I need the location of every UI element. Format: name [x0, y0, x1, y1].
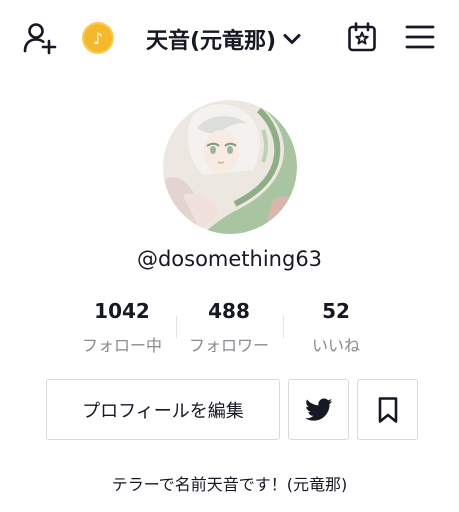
followers-label: フォロワー	[188, 336, 269, 355]
stat-following[interactable]: 1042 フォロー中	[72, 299, 172, 356]
chevron-down-icon	[283, 34, 301, 44]
calendar-button[interactable]	[343, 18, 381, 56]
avatar-image	[163, 100, 297, 234]
coin-button[interactable]: ♪	[81, 21, 115, 55]
stat-divider	[176, 316, 177, 338]
following-count: 1042	[94, 299, 150, 323]
add-friend-icon	[23, 23, 57, 55]
account-name: 天音(元竜那)	[146, 29, 277, 54]
stat-likes[interactable]: 52 いいね	[286, 299, 386, 356]
account-switcher[interactable]: 天音(元竜那)	[146, 22, 303, 56]
menu-icon	[405, 25, 435, 49]
following-label: フォロー中	[81, 336, 162, 355]
username: @dosomething63	[136, 247, 323, 271]
add-friend-button[interactable]	[20, 18, 60, 58]
avatar[interactable]	[163, 100, 297, 234]
calendar-star-icon	[348, 22, 376, 52]
edit-profile-button[interactable]: プロフィールを編集	[46, 379, 280, 440]
bio-text: テラーで名前天音です！(元竜那)	[111, 475, 348, 494]
stat-followers[interactable]: 488 フォロワー	[179, 299, 279, 356]
bookmark-icon	[378, 396, 397, 423]
menu-button[interactable]	[401, 18, 439, 56]
likes-count: 52	[322, 299, 350, 323]
followers-count: 488	[208, 299, 250, 323]
top-bar: ♪ 天音(元竜那)	[0, 0, 459, 78]
edit-profile-label: プロフィールを編集	[82, 400, 244, 422]
likes-label: いいね	[311, 336, 360, 355]
coin-icon: ♪	[82, 22, 114, 54]
stat-divider	[283, 316, 284, 338]
twitter-icon	[304, 397, 332, 421]
coin-glyph: ♪	[92, 28, 104, 48]
bookmark-button[interactable]	[357, 379, 418, 440]
twitter-button[interactable]	[288, 379, 349, 440]
